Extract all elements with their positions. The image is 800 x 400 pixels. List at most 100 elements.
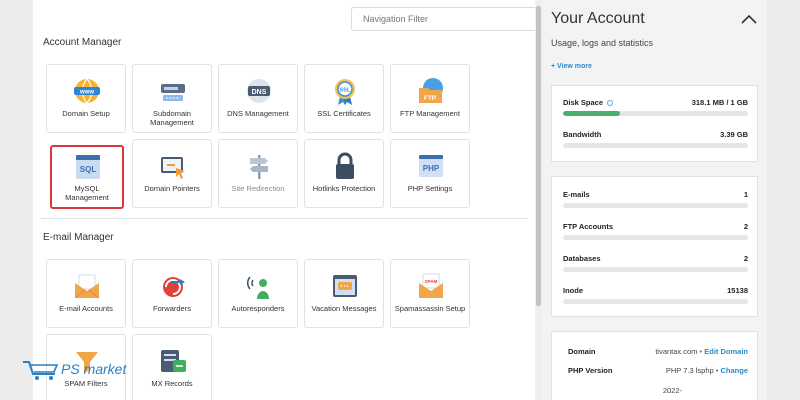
count-value: 2 — [743, 222, 748, 231]
tile-subdomain-management[interactable]: Subdomain Management — [132, 64, 212, 133]
count-value: 2 — [743, 254, 748, 263]
www-globe-icon: www — [74, 78, 100, 104]
date-value: 2022- — [662, 386, 682, 395]
domain-value: tivantax.com — [655, 347, 698, 356]
tile-email-accounts[interactable]: E-mail Accounts — [46, 259, 126, 328]
tile-label: Autoresponders — [231, 304, 285, 313]
svg-text:DNS: DNS — [252, 89, 267, 96]
tile-dns-management[interactable]: DNS DNS Management — [218, 64, 298, 133]
bandwidth-label: Bandwidth — [563, 130, 602, 139]
bandwidth-stat: Bandwidth 3.39 GB — [563, 130, 748, 152]
tile-domain-pointers[interactable]: Domain Pointers — [132, 139, 212, 208]
subdomain-icon — [161, 84, 185, 101]
sidebar-subtitle: Usage, logs and statistics — [551, 38, 654, 48]
count-stat: E-mails 1 — [563, 190, 748, 212]
tile-label: PHP Settings — [407, 184, 453, 193]
svg-text:SSL: SSL — [340, 88, 351, 94]
psmarket-watermark: PS market — [21, 358, 129, 382]
php-version-row: PHP Version PHP 7.3 lsphp • Change — [568, 366, 748, 375]
change-php-link[interactable]: Change — [720, 366, 748, 375]
domain-pointer-icon — [161, 157, 185, 179]
email-manager-title: E-mail Manager — [43, 232, 114, 243]
tile-label: FTP Management — [400, 109, 460, 118]
navigation-filter[interactable] — [351, 7, 563, 31]
tile-vacation-messages[interactable]: Vacation Messages — [304, 259, 384, 328]
tile-ftp-management[interactable]: FTP FTP Management — [390, 64, 470, 133]
ssl-badge-icon: SSL — [335, 79, 355, 105]
ftp-folder-icon: FTP — [419, 78, 443, 103]
envelope-icon — [74, 274, 100, 299]
padlock-icon — [336, 152, 354, 179]
cart-logo-icon — [23, 361, 59, 380]
mx-records-icon — [161, 350, 186, 372]
tile-label: MySQL Management — [65, 184, 109, 202]
tile-domain-setup[interactable]: www Domain Setup — [46, 64, 126, 133]
tile-label: DNS Management — [227, 109, 289, 118]
count-bar — [563, 267, 748, 272]
count-label: Inode — [563, 286, 583, 295]
count-bar — [563, 203, 748, 208]
tile-hotlinks-protection[interactable]: Hotlinks Protection — [304, 139, 384, 208]
count-label: Databases — [563, 254, 601, 263]
scrollbar-thumb[interactable] — [536, 6, 541, 306]
count-bar — [563, 235, 748, 240]
tile-mysql-management[interactable]: SQL MySQL Management — [50, 145, 124, 209]
tile-forwarders[interactable]: Forwarders — [132, 259, 212, 328]
tile-label: Subdomain Management — [150, 109, 194, 127]
main-panel: Account Manager www Domain Setup Subdoma… — [33, 0, 563, 400]
disk-space-bar-fill — [563, 111, 621, 116]
forward-icon — [163, 277, 185, 297]
domain-label: Domain — [568, 347, 596, 356]
tile-label: Hotlinks Protection — [312, 184, 376, 193]
spam-envelope-icon: SPAM — [419, 273, 443, 298]
count-stat: Inode 15138 — [563, 286, 748, 308]
tile-site-redirection[interactable]: Site Redirection — [218, 139, 298, 208]
tile-mx-records[interactable]: MX Records — [132, 334, 212, 400]
tile-autoresponders[interactable]: Autoresponders — [218, 259, 298, 328]
date-row: 2022- — [568, 386, 748, 396]
count-label: FTP Accounts — [563, 222, 614, 231]
svg-text:PHP: PHP — [423, 164, 440, 173]
php-icon: PHP — [419, 155, 443, 177]
count-value: 15138 — [727, 286, 748, 295]
tile-spamassassin-setup[interactable]: SPAM Spamassassin Setup — [390, 259, 470, 328]
edit-domain-link[interactable]: Edit Domain — [704, 347, 748, 356]
vacation-message-icon — [333, 275, 357, 297]
tile-label: Forwarders — [153, 304, 191, 313]
tile-label: Spamassassin Setup — [394, 304, 466, 313]
bandwidth-value: 3.39 GB — [720, 130, 748, 139]
account-manager-title: Account Manager — [43, 37, 122, 48]
watermark-text: PS market — [61, 361, 127, 377]
tile-label: MX Records — [151, 379, 193, 388]
tile-label: Domain Pointers — [144, 184, 200, 193]
usage-card: Disk Space 318.1 MB / 1 GB Bandwidth 3.3… — [551, 85, 758, 162]
account-sidebar: Your Account Usage, logs and statistics … — [542, 0, 767, 400]
tile-label: Domain Setup — [62, 109, 110, 118]
tile-label: Vacation Messages — [311, 304, 377, 313]
count-stat: FTP Accounts 2 — [563, 222, 748, 244]
disk-space-label: Disk Space — [563, 98, 604, 107]
section-divider — [41, 218, 528, 219]
bandwidth-bar — [563, 143, 748, 148]
sidebar-title: Your Account — [551, 10, 645, 27]
navigation-filter-input[interactable] — [352, 8, 537, 30]
view-more-link[interactable]: + View more — [551, 63, 592, 70]
disk-space-bar — [563, 111, 748, 116]
info-icon[interactable] — [607, 100, 614, 106]
tile-php-settings[interactable]: PHP PHP Settings — [390, 139, 470, 208]
dns-icon: DNS — [247, 79, 271, 103]
domain-info-card: Domain tivantax.com • Edit Domain PHP Ve… — [551, 331, 758, 400]
php-version-value: PHP 7.3 lsphp — [665, 366, 714, 375]
sql-database-icon: SQL — [76, 155, 100, 179]
tile-ssl-certificates[interactable]: SSL SSL Certificates — [304, 64, 384, 133]
chevron-up-icon[interactable] — [740, 13, 758, 25]
domain-row: Domain tivantax.com • Edit Domain — [568, 347, 748, 356]
disk-space-value: 318.1 MB / 1 GB — [691, 98, 748, 107]
autoresponder-icon — [246, 276, 269, 299]
svg-text:www: www — [79, 90, 94, 96]
php-version-label: PHP Version — [568, 366, 613, 375]
svg-text:SQL: SQL — [80, 165, 97, 174]
counts-card: E-mails 1 FTP Accounts 2 Databases 2 Ino… — [551, 176, 758, 317]
tile-label: E-mail Accounts — [59, 304, 113, 313]
svg-text:SPAM: SPAM — [425, 279, 438, 284]
